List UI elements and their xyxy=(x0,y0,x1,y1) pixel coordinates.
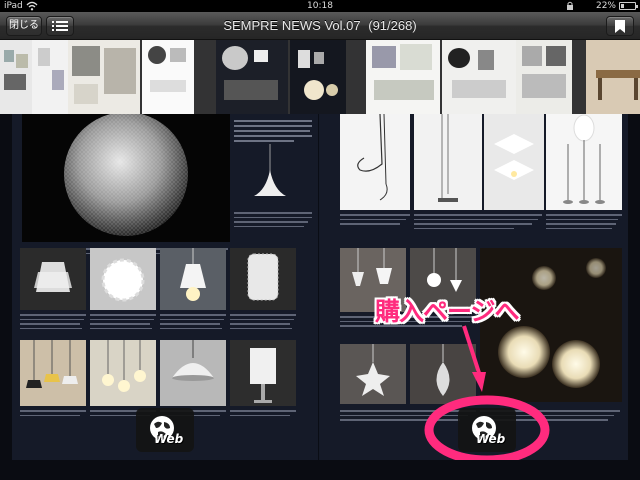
thumbnail-page[interactable] xyxy=(68,40,140,114)
photo-textured-pendant xyxy=(230,248,296,310)
web-label-left: Web xyxy=(154,432,184,446)
bookmark-button[interactable] xyxy=(606,16,634,36)
thumbnail-page[interactable] xyxy=(216,40,288,114)
battery-percent: 22% xyxy=(595,1,616,11)
bottom-bar xyxy=(0,460,640,480)
photo-teardrop-pendant xyxy=(410,344,476,404)
status-bar: iPad 10:18 22% xyxy=(0,0,640,12)
photo-cube-lamps xyxy=(484,114,544,210)
magazine-viewer: iPad 10:18 22% 閉じる SEMPRE NEWS Vol.07 (9… xyxy=(0,0,640,480)
photo-dome-pendant xyxy=(160,340,226,406)
photo-wire-pendant xyxy=(340,114,410,210)
list-icon xyxy=(52,21,68,31)
caption-row2-a xyxy=(20,410,86,419)
thumbnail-page[interactable] xyxy=(0,40,68,114)
thumbnail-page[interactable] xyxy=(366,40,440,114)
caption-top-c xyxy=(546,214,622,232)
photo-thin-rods xyxy=(414,114,482,210)
photo-layered-pendant xyxy=(20,248,86,310)
photo-floor-lamps xyxy=(546,114,622,210)
caption-row1-a xyxy=(20,314,86,332)
article-text-top xyxy=(234,120,312,145)
page-counter: (91/268) xyxy=(368,18,417,33)
thumbnail-page[interactable] xyxy=(586,40,640,114)
thumbnail-strip[interactable] xyxy=(0,40,640,114)
photo-bell-pendant xyxy=(234,144,312,206)
caption-row1-c xyxy=(160,314,226,332)
close-button[interactable]: 閉じる xyxy=(6,16,42,36)
thumbnail-page-current[interactable] xyxy=(290,40,346,114)
battery-icon xyxy=(619,2,638,10)
photo-glass-pendant xyxy=(160,248,226,310)
thumbnail-page[interactable] xyxy=(516,40,572,114)
battery-fill xyxy=(621,4,624,8)
magazine-spread[interactable]: Web Web xyxy=(0,114,640,460)
web-label-right: Web xyxy=(476,432,506,446)
bookmark-icon xyxy=(615,20,625,33)
photo-star-pendant xyxy=(340,344,406,404)
web-link-button-left[interactable]: Web xyxy=(136,408,194,452)
photo-cylinder-lamp xyxy=(230,340,296,406)
photo-petal-pendant xyxy=(90,248,156,310)
photo-cone-pendants xyxy=(20,340,86,406)
thumbnail-page[interactable] xyxy=(442,40,516,114)
caption-row1-b xyxy=(90,314,156,332)
caption-bell-pendant xyxy=(234,212,312,230)
ball-lamp-illustration xyxy=(64,114,188,236)
magazine-title: SEMPRE NEWS Vol.07 xyxy=(223,18,361,33)
orientation-lock-icon xyxy=(567,1,573,10)
photo-bulb-pendants xyxy=(90,340,156,406)
thumbnail-page[interactable] xyxy=(142,40,194,114)
web-link-button-right[interactable]: Web xyxy=(458,408,516,452)
clock: 10:18 xyxy=(307,1,333,11)
caption-row2-d xyxy=(230,410,296,419)
caption-row1-d xyxy=(230,314,296,332)
nav-title: SEMPRE NEWS Vol.07 (91/268) xyxy=(0,12,640,40)
photo-ball-lamp xyxy=(22,114,230,242)
caption-top-b xyxy=(414,214,544,232)
annotation-callout: 購入ページへ xyxy=(375,297,520,326)
bell-pendant-illustration xyxy=(254,144,286,196)
navigation-bar: 閉じる SEMPRE NEWS Vol.07 (91/268) xyxy=(0,12,640,40)
caption-top-a xyxy=(340,214,410,228)
caption-bottom-a xyxy=(340,410,476,424)
list-button[interactable] xyxy=(46,16,74,36)
